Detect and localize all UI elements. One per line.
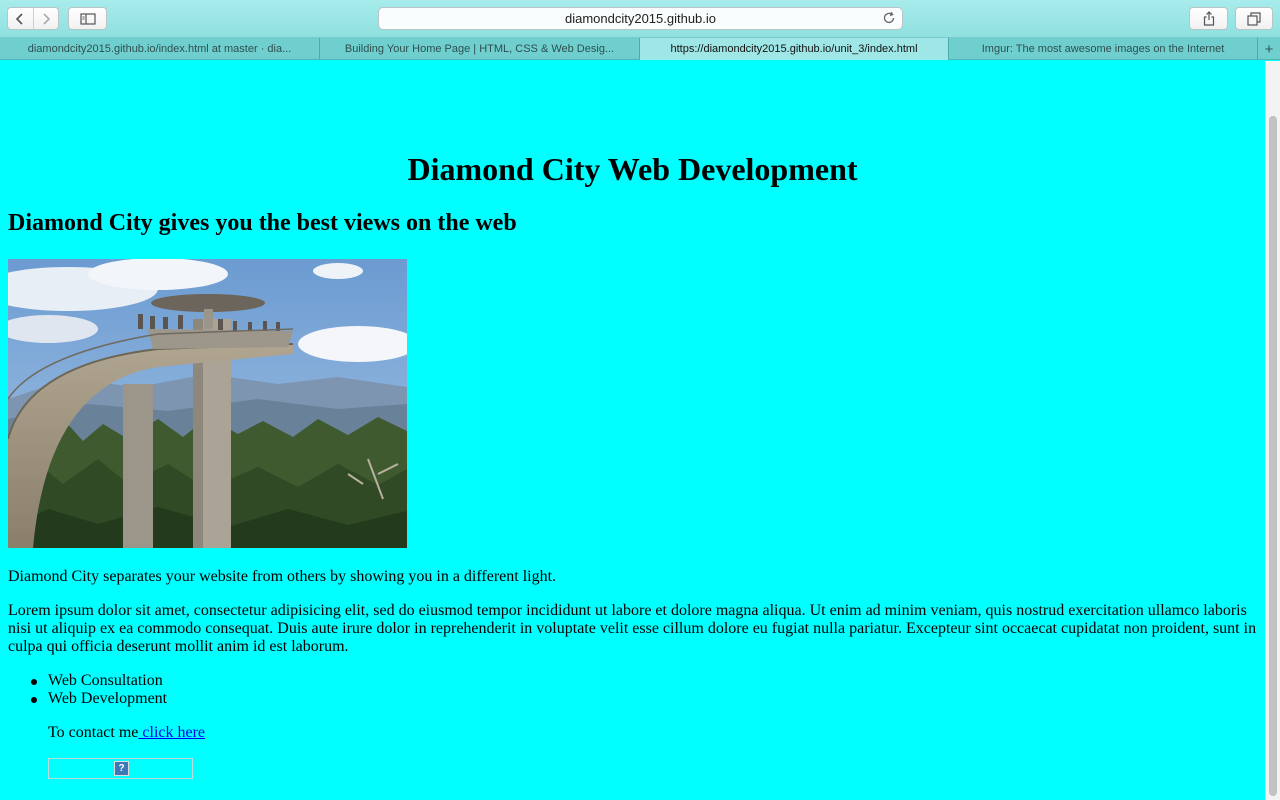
reload-button[interactable] [882, 11, 896, 28]
tab-imgur[interactable]: Imgur: The most awesome images on the In… [949, 38, 1258, 60]
chevron-right-icon [43, 12, 50, 25]
services-list: Web Consultation Web Development [30, 672, 168, 708]
chevron-left-icon [16, 12, 23, 25]
plus-icon: + [1264, 40, 1274, 58]
forward-button[interactable] [32, 8, 59, 29]
broken-image-icon: ? [114, 761, 129, 776]
tab-label: Imgur: The most awesome images on the In… [981, 43, 1225, 55]
tab-building-home-page[interactable]: Building Your Home Page | HTML, CSS & We… [320, 38, 640, 60]
broken-image[interactable]: ? [48, 758, 193, 779]
tab-bar: diamondcity2015.github.io/index.html at … [0, 38, 1280, 60]
sidebar-button[interactable] [68, 7, 107, 30]
list-item: Web Consultation [30, 672, 167, 690]
sidebar-icon [79, 12, 96, 25]
page-title: Diamond City Web Development [407, 151, 858, 187]
list-item: Web Development [30, 690, 168, 707]
observation-tower-photo [8, 259, 407, 548]
tab-unit-3-index[interactable]: https://diamondcity2015.github.io/unit_3… [640, 38, 949, 60]
vertical-scrollbar[interactable] [1265, 61, 1280, 800]
reload-icon [883, 11, 895, 24]
lorem-paragraph: Lorem ipsum dolor sit amet, consectetur … [8, 602, 1257, 655]
browser-toolbar: diamondcity2015.github.io [0, 0, 1280, 38]
share-icon [1203, 11, 1214, 26]
back-button[interactable] [8, 8, 33, 29]
contact-prefix: To contact me [48, 724, 139, 741]
tab-label: diamondcity2015.github.io/index.html at … [27, 43, 292, 55]
address-bar[interactable]: diamondcity2015.github.io [378, 7, 903, 30]
tab-label: https://diamondcity2015.github.io/unit_3… [670, 43, 918, 55]
new-tab-button[interactable]: + [1258, 38, 1280, 60]
contact-line: To contact me click here [48, 724, 205, 742]
contact-link[interactable]: click here [138, 724, 205, 741]
intro-paragraph: Diamond City separates your website from… [8, 568, 557, 585]
address-text: diamondcity2015.github.io [564, 11, 717, 26]
navigation-buttons [7, 7, 59, 30]
web-page: Diamond City Web Development Diamond Cit… [0, 61, 1265, 800]
page-subtitle: Diamond City gives you the best views on… [8, 210, 517, 236]
tabs-overview-icon [1247, 11, 1261, 26]
tabs-overview-button[interactable] [1235, 7, 1273, 30]
tab-label: Building Your Home Page | HTML, CSS & We… [344, 43, 615, 55]
tab-github-index[interactable]: diamondcity2015.github.io/index.html at … [0, 38, 320, 60]
scrollbar-thumb[interactable] [1269, 116, 1277, 796]
share-button[interactable] [1189, 7, 1228, 30]
